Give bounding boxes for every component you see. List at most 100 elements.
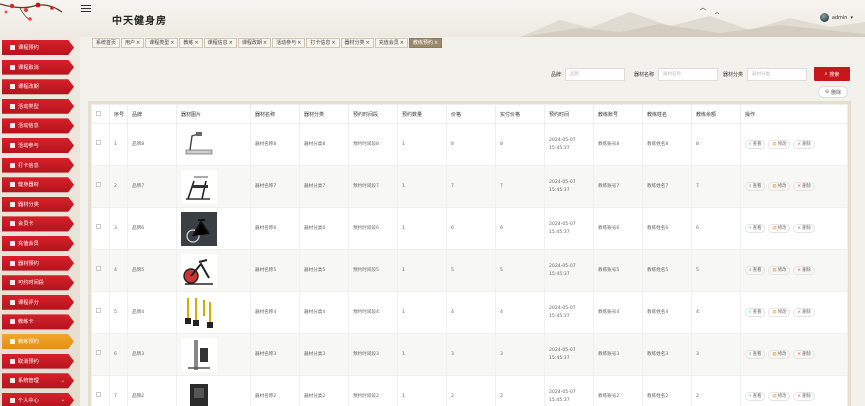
edit-button[interactable]: ▤ 修改	[768, 224, 791, 233]
close-icon[interactable]: ×	[263, 40, 267, 46]
actions-cell: ⌕ 查看 ▤ 修改 × 删除	[740, 165, 848, 208]
cell-name: 器材名称5	[250, 249, 300, 292]
view-button[interactable]: ⌕ 查看	[745, 182, 766, 191]
sidebar-item[interactable]: 课程改期	[2, 79, 74, 95]
search-button[interactable]: ⌕ 搜索	[814, 67, 850, 81]
select-all-checkbox[interactable]	[96, 110, 101, 116]
row-checkbox[interactable]	[96, 140, 101, 145]
equipment-name-input[interactable]: 器材名称	[658, 67, 719, 81]
close-icon[interactable]: ×	[366, 40, 370, 46]
cell-brand: 品牌7	[127, 165, 177, 208]
edit-button[interactable]: ▤ 修改	[768, 140, 791, 149]
close-icon[interactable]: ×	[434, 40, 438, 46]
tab[interactable]: 课程信息×	[203, 38, 237, 48]
row-checkbox[interactable]	[96, 308, 101, 313]
delete-button[interactable]: × 删除	[793, 140, 815, 149]
close-icon[interactable]: ×	[297, 40, 301, 46]
sidebar-item[interactable]: 系统管理 ⌄	[2, 373, 74, 389]
sidebar-item[interactable]: 课程评分	[2, 294, 74, 310]
column-header: 预约数量	[397, 104, 447, 124]
row-checkbox[interactable]	[96, 392, 101, 397]
close-icon[interactable]: ×	[170, 40, 174, 46]
equipment-category-input[interactable]: 器材分类	[747, 67, 808, 81]
close-icon[interactable]: ×	[229, 40, 233, 46]
delete-button[interactable]: × 删除	[793, 392, 815, 401]
tab[interactable]: 充值会员×	[374, 38, 408, 48]
column-header: 实付价格	[495, 104, 545, 124]
view-button[interactable]: ⌕ 查看	[745, 140, 766, 149]
tab[interactable]: 器材分类×	[340, 38, 374, 48]
brand-input[interactable]: 品牌	[565, 67, 626, 81]
table-row[interactable]: 1 品牌8 器材名称8 器材分类8 预约时间段8 1 8 8 2024-05-07 15:45:…	[91, 123, 848, 166]
tab[interactable]: 用户×	[121, 38, 145, 48]
cell-qty: 1	[397, 165, 447, 208]
cell-paid: 3	[495, 333, 545, 376]
view-button[interactable]: ⌕ 查看	[745, 392, 766, 401]
close-icon[interactable]: ×	[136, 40, 140, 46]
batch-delete-button[interactable]: ⊖ 删除	[818, 86, 848, 98]
table-row[interactable]: 7 品牌2 器材名称2 器材分类2 预约时间段2 1 2 2 2024-05-07 15:45:…	[91, 375, 848, 406]
sidebar-item[interactable]: 活动类型	[2, 98, 74, 114]
sidebar-item[interactable]: 教练卡	[2, 314, 74, 330]
chevron-down-icon: ⌄	[60, 377, 65, 384]
sidebar-item[interactable]: 取消预约	[2, 353, 74, 369]
table-row[interactable]: 6 品牌3 器材名称3 器材分类3 预约时间段3 1 3 3 2024-05-07 15:45:…	[91, 333, 848, 376]
view-button[interactable]: ⌕ 查看	[745, 266, 766, 275]
delete-button[interactable]: × 删除	[793, 182, 815, 191]
delete-button[interactable]: × 删除	[793, 224, 815, 233]
sidebar-item[interactable]: 课程预约	[2, 40, 74, 55]
sidebar-item[interactable]: 活动信息	[2, 118, 74, 134]
delete-button[interactable]: × 删除	[793, 350, 815, 359]
row-checkbox[interactable]	[96, 224, 101, 229]
menu-toggle-icon[interactable]	[81, 5, 91, 13]
tab[interactable]: 课程类型×	[145, 38, 179, 48]
tab[interactable]: 教练预约×	[408, 38, 443, 48]
edit-button[interactable]: ▤ 修改	[768, 392, 791, 401]
edit-button[interactable]: ▤ 修改	[768, 308, 791, 317]
close-icon[interactable]: ×	[194, 40, 198, 46]
sidebar-item[interactable]: 充值会员	[2, 236, 74, 251]
edit-button[interactable]: ▤ 修改	[768, 182, 791, 191]
view-button[interactable]: ⌕ 查看	[745, 224, 766, 233]
table-row[interactable]: 3 品牌6 器材名称6 器材分类6 预约时间段6 1 6 6 2024-05-07 15:45:…	[91, 207, 848, 250]
row-checkbox[interactable]	[96, 266, 101, 271]
view-button[interactable]: ⌕ 查看	[745, 350, 766, 359]
sidebar-item[interactable]: 器材分类	[2, 196, 74, 212]
cell-time: 2024-05-07 15:45:37	[544, 291, 594, 334]
sidebar-item-label: 取消预约	[18, 358, 39, 365]
tab[interactable]: 活动参与×	[272, 38, 306, 48]
sidebar-item[interactable]: 个人中心 ⌄	[2, 392, 74, 406]
cell-bal: 3	[691, 333, 741, 376]
sidebar-item[interactable]: 健身器材	[2, 177, 74, 193]
table-row[interactable]: 2 品牌7 器材名称7 器材分类7 预约时间段7 1 7 7 2024-05-07 15:45:…	[91, 165, 848, 208]
user-menu[interactable]: admin ▾	[819, 13, 853, 22]
tab[interactable]: 教练×	[179, 38, 203, 48]
table-row[interactable]: 4 品牌5 器材名称5 器材分类5 预约时间段5 1 5 5 2024-05-07 15:45:…	[91, 249, 848, 292]
sidebar-item[interactable]: 器材预约	[2, 255, 74, 271]
table-row[interactable]: 5 品牌4 器材名称4 器材分类4 预约时间段4 1 4 4 2024-05-07 15:45:…	[91, 291, 848, 334]
row-checkbox[interactable]	[96, 350, 101, 355]
tab[interactable]: 打卡信息×	[306, 38, 340, 48]
row-checkbox[interactable]	[96, 182, 101, 187]
edit-button[interactable]: ▤ 修改	[768, 266, 791, 275]
sidebar-item[interactable]: 会员卡	[2, 216, 74, 232]
tab[interactable]: 课程改期×	[237, 38, 272, 48]
sidebar-item[interactable]: 打卡信息	[2, 157, 74, 173]
tab[interactable]: 系统首页	[92, 38, 121, 48]
grid-icon	[10, 260, 15, 266]
delete-icon: ⊖	[824, 89, 830, 95]
close-icon[interactable]: ×	[331, 40, 335, 46]
sidebar-item[interactable]: 活动参与	[2, 138, 74, 153]
grid-icon	[10, 280, 15, 286]
sidebar-item[interactable]: 教练预约	[2, 334, 74, 349]
close-icon[interactable]: ×	[400, 40, 404, 46]
top-header: 中天健身房 admin ▾	[0, 0, 865, 37]
sidebar-item[interactable]: 课程取消	[2, 59, 74, 75]
delete-button[interactable]: × 删除	[793, 266, 815, 275]
view-button[interactable]: ⌕ 查看	[745, 308, 766, 317]
delete-button[interactable]: × 删除	[793, 308, 815, 317]
sidebar-item[interactable]: 可约时间段	[2, 275, 74, 291]
cell-cat: 器材分类2	[299, 375, 349, 406]
view-label: 查看	[752, 310, 762, 315]
edit-button[interactable]: ▤ 修改	[768, 350, 791, 359]
